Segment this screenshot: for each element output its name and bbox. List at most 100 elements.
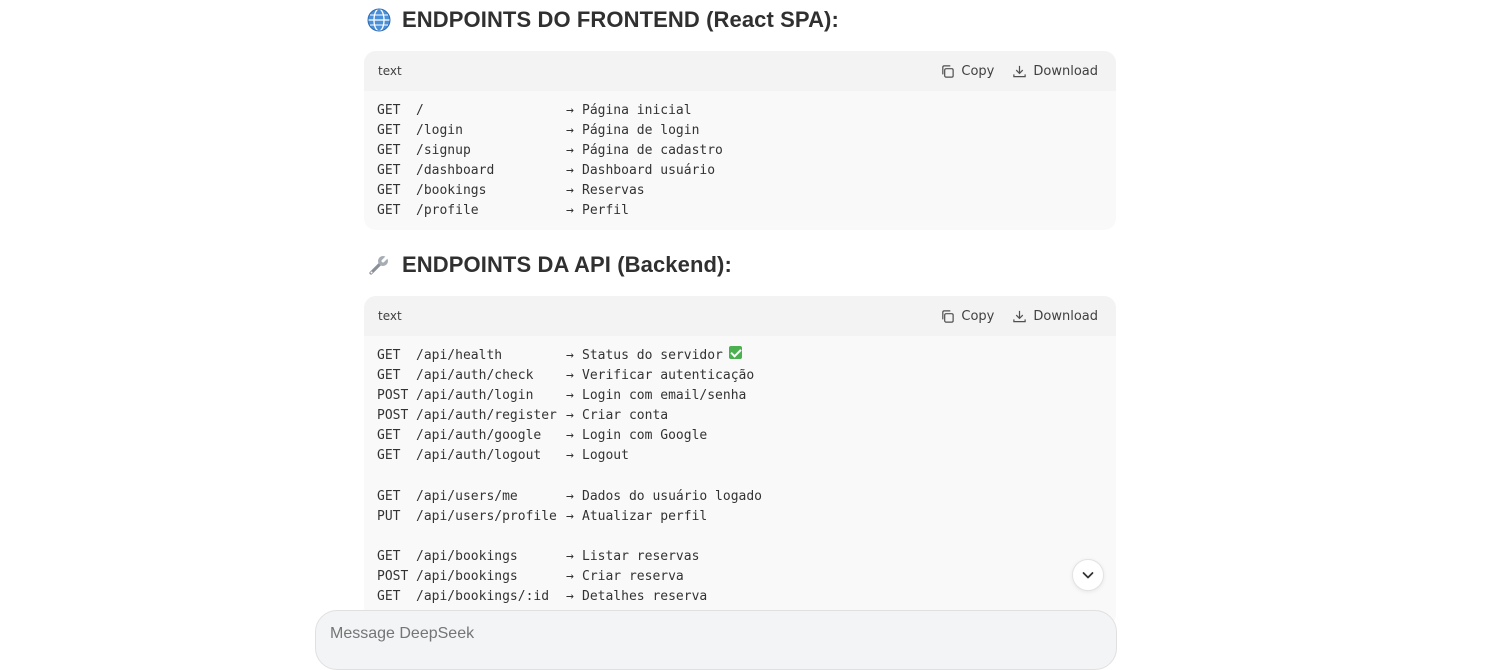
arrow-glyph: →	[566, 143, 574, 159]
section-title: ENDPOINTS DA API (Backend):	[402, 252, 732, 277]
code-line: GET/api/health → Status do servidor	[377, 346, 1103, 366]
code-line: GET/api/bookings → Listar reservas	[377, 547, 1103, 567]
endpoint-path: /profile	[416, 203, 479, 219]
http-method: GET	[377, 163, 401, 179]
endpoint-description: Atualizar perfil	[582, 508, 708, 524]
arrow-glyph: →	[566, 488, 574, 504]
arrow-glyph: →	[566, 428, 574, 444]
code-line: GET/login → Página de login	[377, 121, 1103, 141]
arrow-glyph: →	[566, 183, 574, 199]
code-language-label: text	[378, 309, 402, 323]
copy-button[interactable]: Copy	[940, 309, 994, 324]
wrench-icon	[366, 252, 392, 278]
endpoint-path: /api/bookings	[416, 548, 518, 564]
globe-icon	[366, 7, 392, 33]
http-method: GET	[377, 589, 401, 605]
code-language-label: text	[378, 64, 402, 78]
http-method: GET	[377, 428, 401, 444]
code-line: GET/api/auth/google → Login com Google	[377, 426, 1103, 446]
endpoint-path: /signup	[416, 143, 471, 159]
http-method: GET	[377, 368, 401, 384]
arrow-glyph: →	[566, 408, 574, 424]
endpoint-description: Página de login	[582, 123, 700, 139]
endpoint-path: /api/auth/register	[416, 408, 557, 424]
arrow-glyph: →	[566, 123, 574, 139]
download-label: Download	[1033, 308, 1098, 324]
endpoint-path: /dashboard	[416, 163, 495, 179]
endpoint-description: Status do servidor	[582, 348, 723, 363]
code-line: POST/api/bookings → Criar reserva	[377, 567, 1103, 587]
copy-icon	[942, 64, 955, 78]
arrow-glyph: →	[566, 569, 574, 585]
download-label: Download	[1033, 63, 1098, 79]
endpoint-path: /api/users/profile	[416, 508, 557, 524]
http-method: GET	[377, 123, 401, 139]
arrow-glyph: →	[566, 163, 574, 179]
endpoint-description: Listar reservas	[582, 548, 700, 564]
code-block-actions: Copy Download	[940, 64, 1098, 79]
code-line: GET/signup → Página de cadastro	[377, 141, 1103, 161]
arrow-glyph: →	[566, 448, 574, 464]
endpoint-path: /api/health	[416, 348, 503, 363]
endpoint-path: /login	[416, 123, 463, 139]
endpoint-path: /bookings	[416, 183, 487, 199]
arrow-glyph: →	[566, 103, 574, 118]
http-method: PUT	[377, 508, 401, 524]
endpoint-path: /api/auth/google	[416, 428, 542, 444]
endpoint-description: Logout	[582, 448, 629, 464]
download-icon	[1013, 65, 1027, 77]
http-method: GET	[377, 548, 401, 564]
endpoint-description: Criar conta	[582, 408, 669, 424]
scroll-down-button[interactable]	[1072, 559, 1104, 591]
copy-button[interactable]: Copy	[940, 64, 994, 79]
arrow-glyph: →	[566, 589, 574, 605]
endpoint-path: /api/auth/login	[416, 388, 534, 404]
endpoint-description: Perfil	[582, 203, 629, 219]
check-icon	[728, 346, 742, 359]
chevron-down-icon	[1082, 572, 1094, 579]
http-method: GET	[377, 143, 401, 159]
copy-icon	[942, 309, 955, 323]
http-method: POST	[377, 388, 409, 404]
code-line: GET/api/bookings/:id → Detalhes reserva	[377, 587, 1103, 607]
code-block-body: GET / → Página inicial GET/login → Página de l…	[364, 91, 1116, 222]
message-input[interactable]	[330, 625, 1030, 643]
section-title: ENDPOINTS DO FRONTEND (React SPA):	[402, 7, 839, 32]
endpoint-description: Login com Google	[582, 428, 708, 444]
http-method: POST	[377, 408, 409, 424]
code-line: GET/bookings → Reservas	[377, 181, 1103, 201]
code-line: GET/api/auth/check → Verificar autenticaçã…	[377, 366, 1103, 386]
endpoint-path: /api/auth/check	[416, 368, 534, 384]
http-method: GET	[377, 183, 401, 199]
http-method: POST	[377, 569, 409, 585]
download-button[interactable]: Download	[1012, 309, 1098, 324]
endpoint-path: /api/bookings/:id	[416, 589, 550, 605]
endpoint-path: /api/bookings	[416, 569, 518, 585]
section-heading-frontend: ENDPOINTS DO FRONTEND (React SPA):	[366, 7, 839, 33]
endpoint-description: Criar reserva	[582, 569, 684, 585]
code-block-header: text Copy Download	[364, 51, 1116, 91]
code-line: GET/api/auth/logout → Logout	[377, 446, 1103, 466]
arrow-glyph: →	[566, 548, 574, 564]
code-line: POST/api/auth/login → Login com email/senh…	[377, 386, 1103, 406]
arrow-glyph: →	[566, 388, 574, 404]
http-method: GET	[377, 103, 401, 118]
code-line: POST/api/auth/register → Criar conta	[377, 406, 1103, 426]
endpoint-path: /	[416, 103, 424, 118]
code-line: GET / → Página inicial	[377, 101, 1103, 121]
endpoint-description: Detalhes reserva	[582, 589, 708, 605]
section-heading-api: ENDPOINTS DA API (Backend):	[366, 252, 732, 278]
endpoint-description: Página de cadastro	[582, 143, 723, 159]
endpoint-path: /api/auth/logout	[416, 448, 542, 464]
code-block-body: GET/api/health → Status do servidor GET/api…	[364, 336, 1116, 607]
download-button[interactable]: Download	[1012, 64, 1098, 79]
code-block-frontend: text Copy Download GET / → Página inicia…	[364, 51, 1116, 230]
message-composer	[315, 610, 1117, 670]
code-block-actions: Copy Download	[940, 309, 1098, 324]
endpoint-description: Login com email/senha	[582, 388, 747, 404]
endpoint-description: Verificar autenticação	[582, 368, 755, 384]
endpoint-description: Dashboard usuário	[582, 163, 716, 179]
endpoint-path: /api/users/me	[416, 488, 518, 504]
